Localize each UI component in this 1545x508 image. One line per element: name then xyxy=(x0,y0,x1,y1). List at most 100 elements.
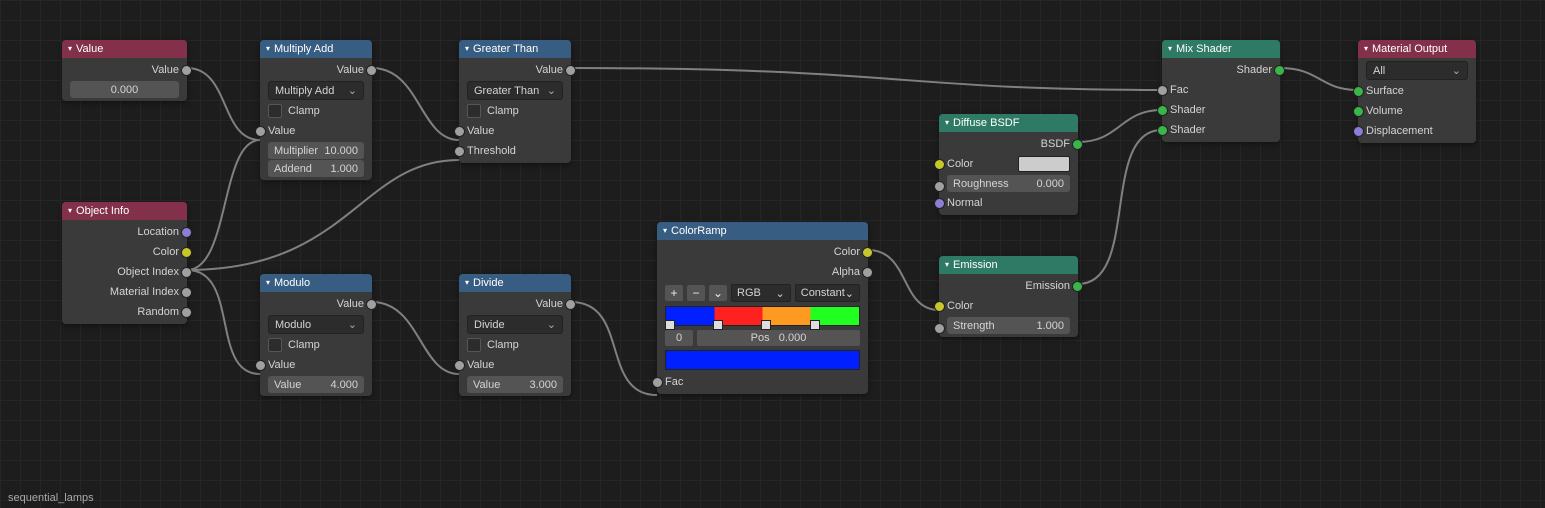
node-header[interactable]: ▾Value xyxy=(62,40,187,58)
socket-in[interactable] xyxy=(1353,126,1364,137)
node-header[interactable]: ▾Multiply Add xyxy=(260,40,372,58)
input-normal: Normal xyxy=(939,193,1078,213)
socket-out[interactable] xyxy=(1072,139,1083,150)
collapse-icon[interactable]: ▾ xyxy=(465,40,469,58)
stop-index-field[interactable]: 0 xyxy=(665,330,693,346)
color-swatch[interactable] xyxy=(1018,156,1070,172)
input-color: Color xyxy=(939,154,1078,174)
node-modulo[interactable]: ▾Modulo Value Modulo Clamp Value Value4.… xyxy=(260,274,372,396)
node-title: Modulo xyxy=(274,274,310,292)
mode-select[interactable]: Greater Than xyxy=(467,81,563,100)
node-emission[interactable]: ▾Emission Emission Color Strength1.000 xyxy=(939,256,1078,337)
target-select[interactable]: All xyxy=(1366,61,1468,80)
node-header[interactable]: ▾Mix Shader xyxy=(1162,40,1280,58)
clamp-checkbox[interactable]: Clamp xyxy=(459,335,571,355)
color-stop[interactable] xyxy=(761,320,771,330)
socket-out[interactable] xyxy=(181,307,192,318)
node-header[interactable]: ▾Object Info xyxy=(62,202,187,220)
node-diffuse-bsdf[interactable]: ▾Diffuse BSDF BSDF Color Roughness0.000 … xyxy=(939,114,1078,215)
socket-in[interactable] xyxy=(454,146,465,157)
socket-in[interactable] xyxy=(255,126,266,137)
socket-out[interactable] xyxy=(181,65,192,76)
socket-in[interactable] xyxy=(1157,85,1168,96)
socket-out[interactable] xyxy=(862,247,873,258)
socket-out[interactable] xyxy=(1274,65,1285,76)
socket-in[interactable] xyxy=(652,377,663,388)
socket-in[interactable] xyxy=(934,159,945,170)
node-header[interactable]: ▾ColorRamp xyxy=(657,222,868,240)
socket-in[interactable] xyxy=(454,360,465,371)
color-stop[interactable] xyxy=(665,320,675,330)
collapse-icon[interactable]: ▾ xyxy=(68,202,72,220)
socket-in[interactable] xyxy=(1157,125,1168,136)
mode-select[interactable]: Multiply Add xyxy=(268,81,364,100)
socket-out[interactable] xyxy=(181,227,192,238)
collapse-icon[interactable]: ▾ xyxy=(266,40,270,58)
socket-out[interactable] xyxy=(565,299,576,310)
node-header[interactable]: ▾Emission xyxy=(939,256,1078,274)
value-field[interactable]: 0.000 xyxy=(70,81,179,98)
value-field[interactable]: Value3.000 xyxy=(467,376,563,393)
collapse-icon[interactable]: ▾ xyxy=(68,40,72,58)
add-stop-button[interactable]: + xyxy=(665,285,683,301)
mode-select[interactable]: Modulo xyxy=(268,315,364,334)
node-material-output[interactable]: ▾Material Output All Surface Volume Disp… xyxy=(1358,40,1476,143)
multiplier-field[interactable]: Multiplier10.000 xyxy=(268,142,364,159)
color-stop[interactable] xyxy=(810,320,820,330)
dropdown-icon[interactable]: ⌄ xyxy=(709,285,727,301)
node-header[interactable]: ▾Diffuse BSDF xyxy=(939,114,1078,132)
socket-out[interactable] xyxy=(181,287,192,298)
value-field[interactable]: Value4.000 xyxy=(268,376,364,393)
node-object-info[interactable]: ▾Object Info Location Color Object Index… xyxy=(62,202,187,324)
collapse-icon[interactable]: ▾ xyxy=(945,114,949,132)
collapse-icon[interactable]: ▾ xyxy=(465,274,469,292)
socket-out[interactable] xyxy=(366,65,377,76)
mode-select[interactable]: Divide xyxy=(467,315,563,334)
socket-in[interactable] xyxy=(934,198,945,209)
node-greater-than[interactable]: ▾Greater Than Value Greater Than Clamp V… xyxy=(459,40,571,163)
node-header[interactable]: ▾Divide xyxy=(459,274,571,292)
gradient-bar[interactable] xyxy=(665,306,860,326)
collapse-icon[interactable]: ▾ xyxy=(663,222,667,240)
node-mix-shader[interactable]: ▾Mix Shader Shader Fac Shader Shader xyxy=(1162,40,1280,142)
socket-out[interactable] xyxy=(862,267,873,278)
socket-in[interactable] xyxy=(1353,86,1364,97)
color-mode-select[interactable]: RGB⌄ xyxy=(731,284,791,302)
collapse-icon[interactable]: ▾ xyxy=(1364,40,1368,58)
color-stop[interactable] xyxy=(713,320,723,330)
color-preview[interactable] xyxy=(665,350,860,370)
node-title: Material Output xyxy=(1372,40,1447,58)
socket-out[interactable] xyxy=(1072,281,1083,292)
remove-stop-button[interactable]: − xyxy=(687,285,705,301)
node-value[interactable]: ▾Value Value 0.000 xyxy=(62,40,187,101)
socket-in[interactable] xyxy=(1353,106,1364,117)
node-header[interactable]: ▾Greater Than xyxy=(459,40,571,58)
socket-in[interactable] xyxy=(934,301,945,312)
collapse-icon[interactable]: ▾ xyxy=(945,256,949,274)
socket-out[interactable] xyxy=(181,267,192,278)
node-multiply-add[interactable]: ▾Multiply Add Value Multiply Add Clamp V… xyxy=(260,40,372,180)
socket-in[interactable] xyxy=(934,181,945,192)
collapse-icon[interactable]: ▾ xyxy=(266,274,270,292)
socket-in[interactable] xyxy=(255,360,266,371)
roughness-field[interactable]: Roughness0.000 xyxy=(947,175,1070,192)
clamp-checkbox[interactable]: Clamp xyxy=(459,101,571,121)
node-divide[interactable]: ▾Divide Value Divide Clamp Value Value3.… xyxy=(459,274,571,396)
collapse-icon[interactable]: ▾ xyxy=(1168,40,1172,58)
node-header[interactable]: ▾Modulo xyxy=(260,274,372,292)
interp-mode-select[interactable]: Constant⌄ xyxy=(795,284,860,302)
input-value: Value xyxy=(260,355,372,375)
socket-in[interactable] xyxy=(934,323,945,334)
clamp-checkbox[interactable]: Clamp xyxy=(260,101,372,121)
socket-in[interactable] xyxy=(1157,105,1168,116)
socket-in[interactable] xyxy=(454,126,465,137)
pos-field[interactable]: Pos 0.000 xyxy=(697,330,860,346)
strength-field[interactable]: Strength1.000 xyxy=(947,317,1070,334)
node-colorramp[interactable]: ▾ColorRamp Color Alpha + − ⌄ RGB⌄ Consta… xyxy=(657,222,868,394)
socket-out[interactable] xyxy=(181,247,192,258)
socket-out[interactable] xyxy=(565,65,576,76)
node-header[interactable]: ▾Material Output xyxy=(1358,40,1476,58)
clamp-checkbox[interactable]: Clamp xyxy=(260,335,372,355)
addend-field[interactable]: Addend1.000 xyxy=(268,160,364,177)
socket-out[interactable] xyxy=(366,299,377,310)
